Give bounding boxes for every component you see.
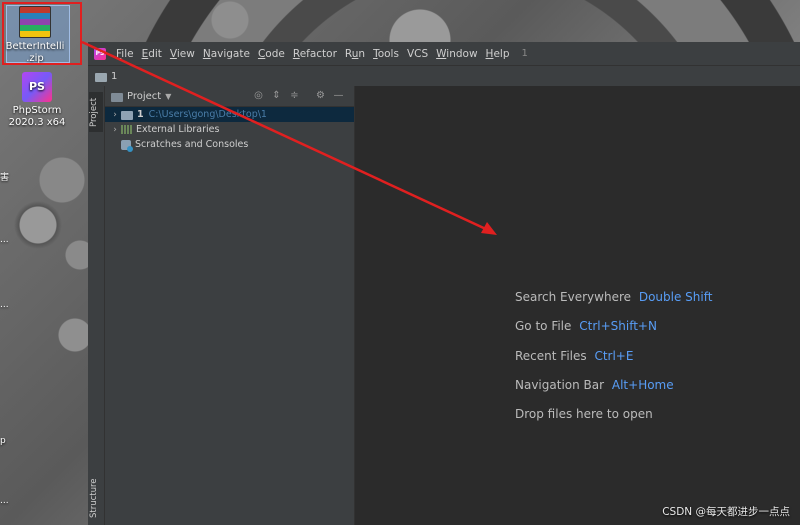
desktop-fragment-text: 害 (0, 173, 10, 183)
phpstorm-logo-icon: PS (94, 47, 106, 60)
editor-hints: Search Everywhere Double Shift Go to Fil… (515, 290, 712, 436)
gear-icon[interactable]: ⚙ (315, 90, 326, 101)
menu-run[interactable]: Run (341, 48, 369, 60)
desktop-fragment-text: ... (0, 300, 9, 310)
highlight-rectangle (2, 2, 82, 65)
menu-tools[interactable]: Tools (369, 48, 403, 60)
project-folder-icon (111, 92, 123, 102)
project-panel-title[interactable]: Project (127, 91, 161, 102)
hint-shortcut: Alt+Home (611, 377, 674, 392)
tree-item-project-root[interactable]: › 1 C:\Users\gong\Desktop\1 (105, 107, 354, 122)
tree-item-external-libraries[interactable]: › External Libraries (105, 122, 354, 137)
phpstorm-icon: PS (22, 72, 52, 102)
menu-help[interactable]: Help (482, 48, 514, 60)
hide-icon[interactable]: — (333, 90, 344, 101)
menu-vcs[interactable]: VCS (403, 48, 432, 60)
editor-empty-area[interactable]: Search Everywhere Double Shift Go to Fil… (355, 86, 800, 525)
window-title: 1 (521, 48, 528, 59)
tree-item-path: C:\Users\gong\Desktop\1 (148, 109, 267, 120)
desktop-fragment-text: ... (0, 496, 9, 506)
ide-window: PS File Edit View Navigate Code Refactor… (88, 42, 800, 525)
phpstorm-desktop-icon[interactable]: PS PhpStorm 2020.3 x64 (2, 72, 72, 129)
chevron-right-icon[interactable]: › (109, 125, 121, 135)
hint-go-to-file: Go to File Ctrl+Shift+N (515, 319, 712, 348)
menu-window[interactable]: Window (432, 48, 481, 60)
desktop-fragment-text: p (0, 436, 6, 446)
watermark: CSDN @每天都进步一点点 (662, 506, 790, 518)
navigation-bar: 1 (88, 65, 800, 87)
hint-shortcut: Ctrl+Shift+N (579, 319, 657, 334)
hint-shortcut: Double Shift (638, 290, 713, 304)
hint-label: Recent Files (515, 348, 587, 363)
tree-item-scratches[interactable]: Scratches and Consoles (105, 137, 354, 152)
menu-edit[interactable]: Edit (138, 48, 166, 60)
hint-label: Search Everywhere (515, 290, 631, 304)
hint-label: Navigation Bar (515, 377, 605, 392)
desktop-fragment-text: ... (0, 235, 9, 245)
project-panel-header: Project ▼ ◎ ⇕ ≑ ⚙ — (105, 86, 354, 107)
menu-file[interactable]: File (112, 48, 138, 60)
chevron-right-icon[interactable]: › (109, 110, 121, 120)
hint-shortcut: Ctrl+E (594, 348, 634, 363)
folder-icon (95, 72, 107, 82)
project-panel: Project ▼ ◎ ⇕ ≑ ⚙ — › 1 C:\Users\gong\De… (105, 86, 355, 525)
folder-icon (121, 111, 133, 120)
hint-navigation-bar: Navigation Bar Alt+Home (515, 378, 712, 407)
menu-view[interactable]: View (166, 48, 199, 60)
tool-tab-project[interactable]: Project (89, 92, 103, 132)
hint-label: Drop files here to open (515, 407, 653, 422)
breadcrumb[interactable]: 1 (111, 71, 117, 82)
menu-bar: PS File Edit View Navigate Code Refactor… (88, 42, 800, 65)
left-tool-strip: Project Structure (88, 86, 105, 525)
expand-all-icon[interactable]: ⇕ (271, 90, 282, 101)
menu-refactor[interactable]: Refactor (289, 48, 341, 60)
hint-search-everywhere: Search Everywhere Double Shift (515, 290, 712, 319)
tree-item-label: 1 (137, 109, 144, 120)
locate-icon[interactable]: ◎ (253, 90, 264, 101)
tool-tab-structure[interactable]: Structure (89, 476, 103, 521)
menu-navigate[interactable]: Navigate (199, 48, 254, 60)
chevron-down-icon[interactable]: ▼ (165, 92, 171, 101)
hint-label: Go to File (515, 319, 572, 334)
hint-drop-files: Drop files here to open (515, 407, 712, 436)
library-icon (121, 125, 132, 134)
collapse-all-icon[interactable]: ≑ (289, 90, 300, 101)
tree-item-label: External Libraries (136, 124, 220, 135)
phpstorm-label-line2: 2020.3 x64 (8, 117, 66, 128)
menu-code[interactable]: Code (254, 48, 289, 60)
hint-recent-files: Recent Files Ctrl+E (515, 349, 712, 378)
phpstorm-label-line1: PhpStorm (12, 105, 62, 116)
tree-item-label: Scratches and Consoles (135, 139, 249, 150)
scratches-icon (121, 139, 133, 152)
